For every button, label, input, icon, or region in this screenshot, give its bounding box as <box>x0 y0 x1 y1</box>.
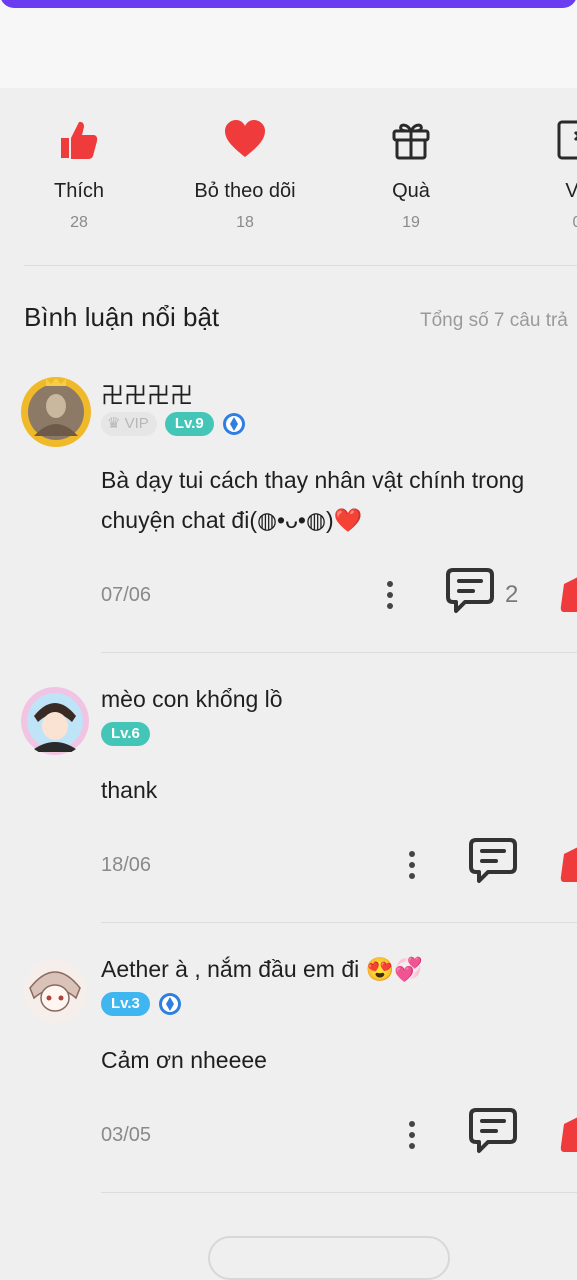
purple-header-bar <box>0 0 577 8</box>
heart-icon <box>225 120 265 157</box>
user-badges: Lv.6 <box>101 722 158 746</box>
level-badge: Lv.3 <box>101 992 150 1016</box>
divider <box>101 652 577 653</box>
user-badges: Lv.3 <box>101 992 182 1016</box>
comment-item: Aether à , nắm đầu em đi 😍💞 Lv.3 Cảm ơn … <box>0 956 577 1186</box>
ticket-icon <box>557 120 577 160</box>
reply-icon[interactable] <box>445 566 495 616</box>
username[interactable]: 卍卍卍卍 <box>101 376 193 410</box>
reply-icon[interactable] <box>468 1106 518 1156</box>
avatar[interactable] <box>22 958 88 1024</box>
comment-text-line: Cảm ơn nheeee <box>101 1047 267 1073</box>
gem-icon <box>222 413 245 435</box>
comment-text: Bà dạy tui cách thay nhân vật chính tron… <box>101 460 571 540</box>
comment-item: mèo con khổng lồ Lv.6 thank 18/06 <box>0 686 577 916</box>
gift-count: 19 <box>402 214 420 231</box>
avatar-frame-gold <box>21 377 91 447</box>
ticket-label: Vo <box>565 180 577 202</box>
more-options-icon[interactable] <box>406 850 418 880</box>
more-options-icon[interactable] <box>406 1120 418 1150</box>
unfollow-label: Bỏ theo dõi <box>194 180 296 202</box>
comment-item: 卍卍卍卍 ♛ VIP Lv.9 Bà dạy tui cách thay nhân… <box>0 376 577 646</box>
like-icon[interactable] <box>560 844 577 884</box>
divider <box>101 922 577 923</box>
like-icon[interactable] <box>560 1114 577 1154</box>
thumbs-up-icon <box>61 121 98 159</box>
gem-icon <box>158 993 181 1015</box>
total-replies[interactable]: Tổng số 7 câu trả <box>420 310 568 332</box>
username[interactable]: Aether à , nắm đầu em đi 😍💞 <box>101 956 423 983</box>
reply-icon[interactable] <box>468 836 518 886</box>
comment-date: 03/05 <box>101 1124 152 1146</box>
comment-text: thank <box>101 770 571 810</box>
action-row: Thích 28 Bỏ theo dõi 18 Quà 19 Vo 0 <box>0 110 577 240</box>
reply-count: 2 <box>505 581 519 608</box>
like-label: Thích <box>53 180 105 202</box>
user-badges: ♛ VIP Lv.9 <box>101 412 246 436</box>
level-badge: Lv.9 <box>164 412 214 436</box>
comment-text-line: chuyện chat đi(◍•ᴗ•◍)❤️ <box>101 507 363 533</box>
crown-icon: ♛ <box>107 415 121 432</box>
top-header <box>0 0 577 88</box>
level-badge: Lv.6 <box>101 722 150 746</box>
divider <box>101 1192 577 1193</box>
vip-badge: ♛ VIP <box>101 412 157 436</box>
ticket-count: 0 <box>517 214 577 232</box>
like-icon[interactable] <box>560 574 577 614</box>
vip-label: VIP <box>124 415 149 432</box>
comment-text-line: Bà dạy tui cách thay nhân vật chính tron… <box>101 467 525 493</box>
section-title: Bình luận nổi bật <box>24 302 220 332</box>
avatar-frame-pink <box>21 687 89 755</box>
comment-date: 07/06 <box>101 584 152 606</box>
comment-text: Cảm ơn nheeee <box>101 1040 571 1080</box>
gift-icon <box>392 123 430 160</box>
avatar[interactable] <box>20 376 92 448</box>
comment-text-line: thank <box>101 777 158 803</box>
load-more-button[interactable] <box>208 1236 450 1280</box>
gift-label: Quà <box>392 180 430 202</box>
comment-date: 18/06 <box>101 854 152 876</box>
avatar-illustration <box>23 959 87 1023</box>
divider <box>24 265 577 266</box>
username[interactable]: mèo con khổng lồ <box>101 686 283 713</box>
avatar[interactable] <box>20 686 90 756</box>
more-options-icon[interactable] <box>384 580 396 610</box>
unfollow-count: 18 <box>236 214 254 231</box>
like-count: 28 <box>70 214 88 231</box>
